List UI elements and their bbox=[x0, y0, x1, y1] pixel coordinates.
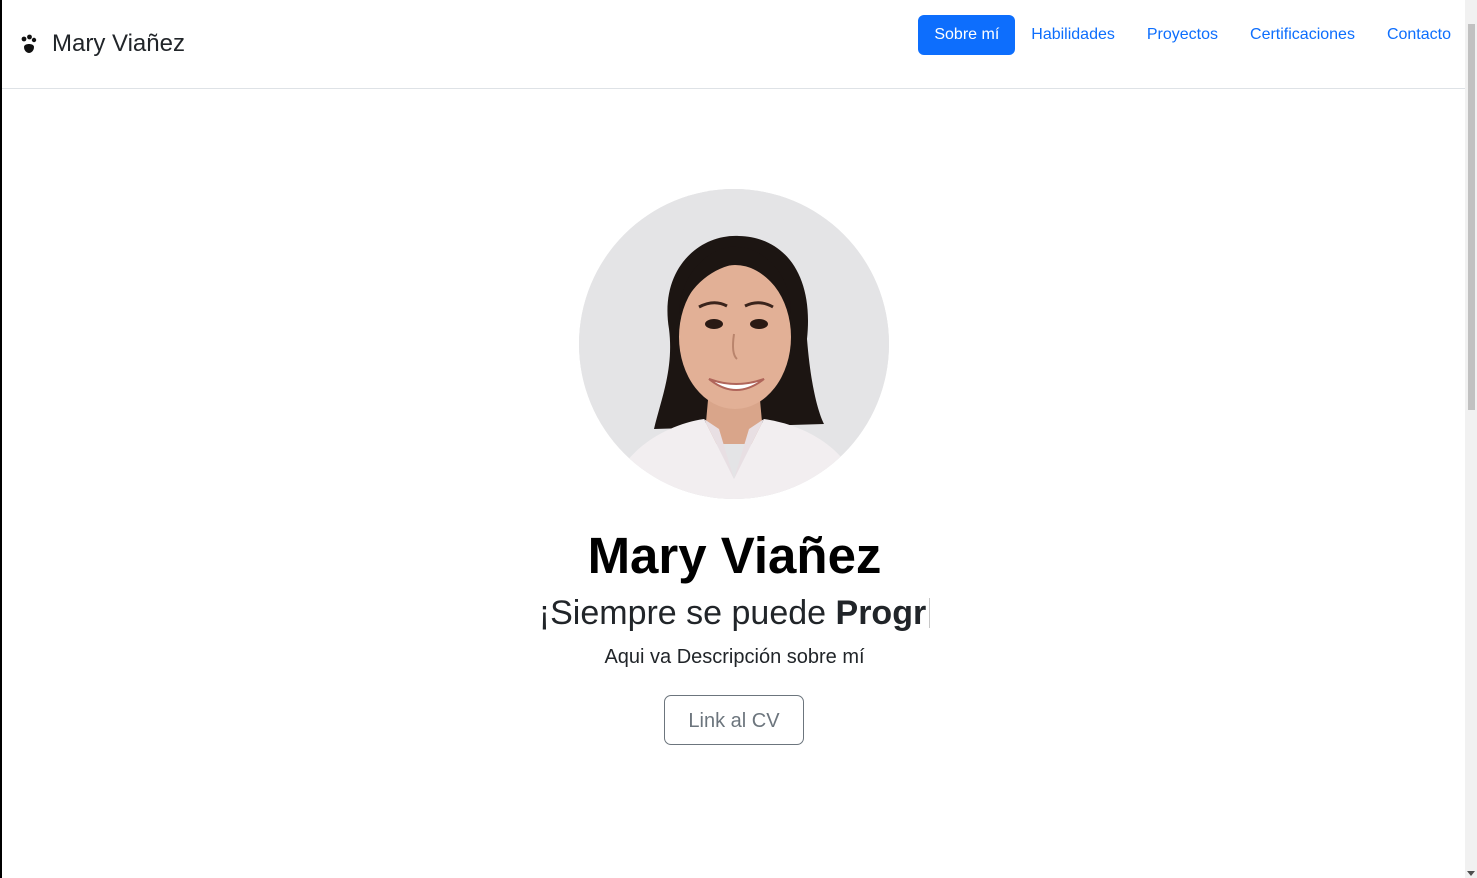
brand-link[interactable]: Mary Viañez bbox=[20, 28, 185, 60]
navbar: Mary Viañez Sobre mí Habilidades Proyect… bbox=[2, 0, 1467, 89]
profile-photo bbox=[579, 189, 889, 499]
nav-link-habilidades[interactable]: Habilidades bbox=[1015, 15, 1131, 55]
avatar bbox=[579, 189, 889, 499]
paw-icon bbox=[20, 34, 38, 54]
nav-link-proyectos[interactable]: Proyectos bbox=[1131, 15, 1234, 55]
scrollbar[interactable] bbox=[1465, 0, 1477, 878]
scrollbar-thumb[interactable] bbox=[1468, 24, 1475, 410]
nav-links: Sobre mí Habilidades Proyectos Certifica… bbox=[918, 15, 1467, 55]
tagline-typed: Progr bbox=[835, 594, 927, 632]
typing-cursor bbox=[929, 598, 931, 628]
tagline-static: ¡Siempre se puede bbox=[538, 594, 836, 632]
tagline: ¡Siempre se puede Progr bbox=[2, 592, 1467, 634]
cv-link-button[interactable]: Link al CV bbox=[664, 695, 804, 745]
description: Aqui va Descripción sobre mí bbox=[604, 646, 865, 668]
hero-name: Mary Viañez bbox=[587, 527, 882, 584]
nav-link-sobre-mi[interactable]: Sobre mí bbox=[918, 15, 1016, 55]
hero-section: Mary Viañez ¡Siempre se puede Progr Aqui… bbox=[2, 89, 1467, 878]
nav-link-contacto[interactable]: Contacto bbox=[1371, 15, 1467, 55]
page: Mary Viañez Sobre mí Habilidades Proyect… bbox=[0, 0, 1477, 878]
scroll-down-arrow-icon[interactable] bbox=[1467, 871, 1475, 876]
nav-link-certificaciones[interactable]: Certificaciones bbox=[1234, 15, 1371, 55]
brand-name: Mary Viañez bbox=[52, 30, 185, 57]
